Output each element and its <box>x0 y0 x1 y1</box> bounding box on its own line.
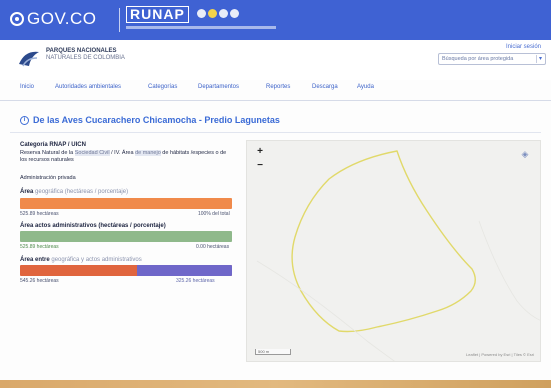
nav-item-inicio[interactable]: Inicio <box>20 84 34 90</box>
runap-circle-icon <box>197 9 206 18</box>
runap-circle-icon <box>219 9 228 18</box>
area-entre-label-faint: geográfica y actos administrativos <box>51 257 142 263</box>
zoom-in-button[interactable]: + <box>254 146 266 158</box>
page-title: De las Aves Cucarachero Chicamocha - Pre… <box>33 115 280 125</box>
desc-highlight: Sociedad Civil <box>74 150 110 156</box>
nav-item-reportes[interactable]: Reportes <box>266 84 290 90</box>
area-actos-label: Área actos administrativos (hectáreas / … <box>20 223 166 229</box>
gov-co-logo[interactable]: GOV.CO <box>10 9 96 29</box>
area-entre-bar-secondary <box>136 265 232 276</box>
area-actos-remaining: 0.00 hectáreas <box>196 244 230 250</box>
map-viewer[interactable]: + − ◈ 500 m Leaflet | Powered by Esri | … <box>246 140 541 362</box>
nav-divider <box>0 100 551 101</box>
org-name-line2: NATURALES DE COLOMBIA <box>46 55 125 61</box>
desc-part: Reserva Natural de la <box>20 150 74 156</box>
site-header: PARQUES NACIONALES NATURALES DE COLOMBIA… <box>0 40 551 80</box>
bottom-strip <box>0 380 551 388</box>
gov-top-bar: GOV.CO RUNAP <box>0 0 551 40</box>
area-entre-value-secondary: 325.26 hectáreas <box>176 278 215 284</box>
area-entre-value: 545.26 hectáreas <box>20 278 59 284</box>
area-label-faint: geográfica (hectáreas / porcentaje) <box>35 189 129 195</box>
page: GOV.CO RUNAP PARQUES NACIONALES NATURALE… <box>0 0 551 388</box>
runap-tagline <box>126 26 276 29</box>
area-geografica-label: Área geográfica (hectáreas / porcentaje) <box>20 189 128 195</box>
layers-icon[interactable]: ◈ <box>518 147 532 161</box>
chevron-down-icon[interactable]: ▾ <box>536 55 544 63</box>
area-entre-label: Área entre geográfica y actos administra… <box>20 257 142 263</box>
area-geografica-total: 100% del total <box>198 211 230 217</box>
map-road <box>256 260 395 361</box>
runap-circle-icon <box>208 9 217 18</box>
administration-type: Administración privada <box>20 175 76 181</box>
runap-logo-text: RUNAP <box>126 6 189 23</box>
area-label-text: Área <box>20 189 34 195</box>
nav-item-categorias[interactable]: Categorías <box>148 84 177 90</box>
runap-logo-icons <box>197 9 239 18</box>
parques-nacionales-name: PARQUES NACIONALES NATURALES DE COLOMBIA <box>46 48 125 62</box>
map-attribution[interactable]: Leaflet | Powered by Esri | Tiles © Esri <box>466 352 534 357</box>
area-actos-value: 525.89 hectáreas <box>20 244 59 250</box>
category-heading: Categoría RNAP / UICN <box>20 142 86 148</box>
gov-co-logo-icon <box>10 12 24 26</box>
topbar-separator <box>119 8 120 32</box>
area-entre-bar <box>20 265 232 276</box>
runap-circle-icon <box>230 9 239 18</box>
area-actos-bar <box>20 231 232 242</box>
desc-part: de hábitats <box>162 150 190 156</box>
area-geografica-value: 525.89 hectáreas <box>20 211 59 217</box>
nav-item-descarga[interactable]: Descarga <box>312 84 338 90</box>
area-geografica-bar <box>20 198 232 209</box>
map-road <box>478 220 540 321</box>
search-placeholder: Búsqueda por área protegida <box>442 56 514 62</box>
map-canvas[interactable] <box>247 141 541 362</box>
info-icon: i <box>20 115 29 125</box>
nav-item-ayuda[interactable]: Ayuda <box>357 84 374 90</box>
zoom-out-button[interactable]: − <box>254 160 266 172</box>
parques-nacionales-logo-icon[interactable] <box>17 46 41 70</box>
category-description: Reserva Natural de la Sociedad Civil / I… <box>20 150 230 164</box>
protected-area-boundary[interactable] <box>291 150 476 333</box>
title-divider <box>10 132 541 133</box>
nav-item-autoridades[interactable]: Autoridades ambientales <box>55 84 121 90</box>
login-link[interactable]: Iniciar sesión <box>506 44 541 50</box>
main-nav: Inicio Autoridades ambientales Categoría… <box>0 80 551 98</box>
gov-co-logo-text: GOV.CO <box>27 9 97 28</box>
area-entre-label-text: Área entre <box>20 257 50 263</box>
runap-logo[interactable]: RUNAP <box>126 6 189 23</box>
org-name-line1: PARQUES NACIONALES <box>46 48 117 54</box>
map-scale: 500 m <box>255 349 291 355</box>
nav-item-departamentos[interactable]: Departamentos <box>198 84 239 90</box>
desc-part: / IV. Área <box>111 150 134 156</box>
protected-area-title: i De las Aves Cucarachero Chicamocha - P… <box>20 113 280 127</box>
protected-area-search[interactable]: Búsqueda por área protegida ▾ <box>438 53 546 65</box>
desc-highlight: de manejo <box>135 150 161 156</box>
